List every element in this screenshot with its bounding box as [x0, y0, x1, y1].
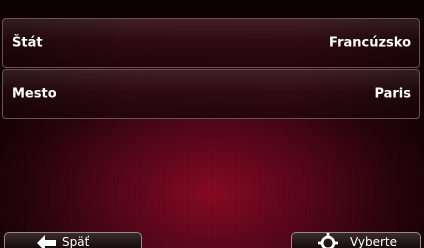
country-value: Francúzsko — [329, 35, 411, 51]
crosshair-icon — [318, 233, 338, 248]
country-label: Štát — [12, 35, 43, 51]
city-label: Mesto — [12, 86, 57, 102]
arrow-left-icon — [37, 235, 56, 248]
city-row[interactable]: Mesto Paris — [2, 69, 420, 119]
select-button-label: Vyberte — [350, 235, 398, 248]
select-button[interactable]: Vyberte — [291, 232, 421, 248]
back-button-label: Späť — [62, 235, 90, 248]
back-button[interactable]: Späť — [4, 232, 142, 248]
screen: Štát Francúzsko Mesto Paris Späť Vyberte — [0, 0, 424, 248]
country-row[interactable]: Štát Francúzsko — [2, 18, 420, 68]
city-value: Paris — [374, 86, 411, 102]
